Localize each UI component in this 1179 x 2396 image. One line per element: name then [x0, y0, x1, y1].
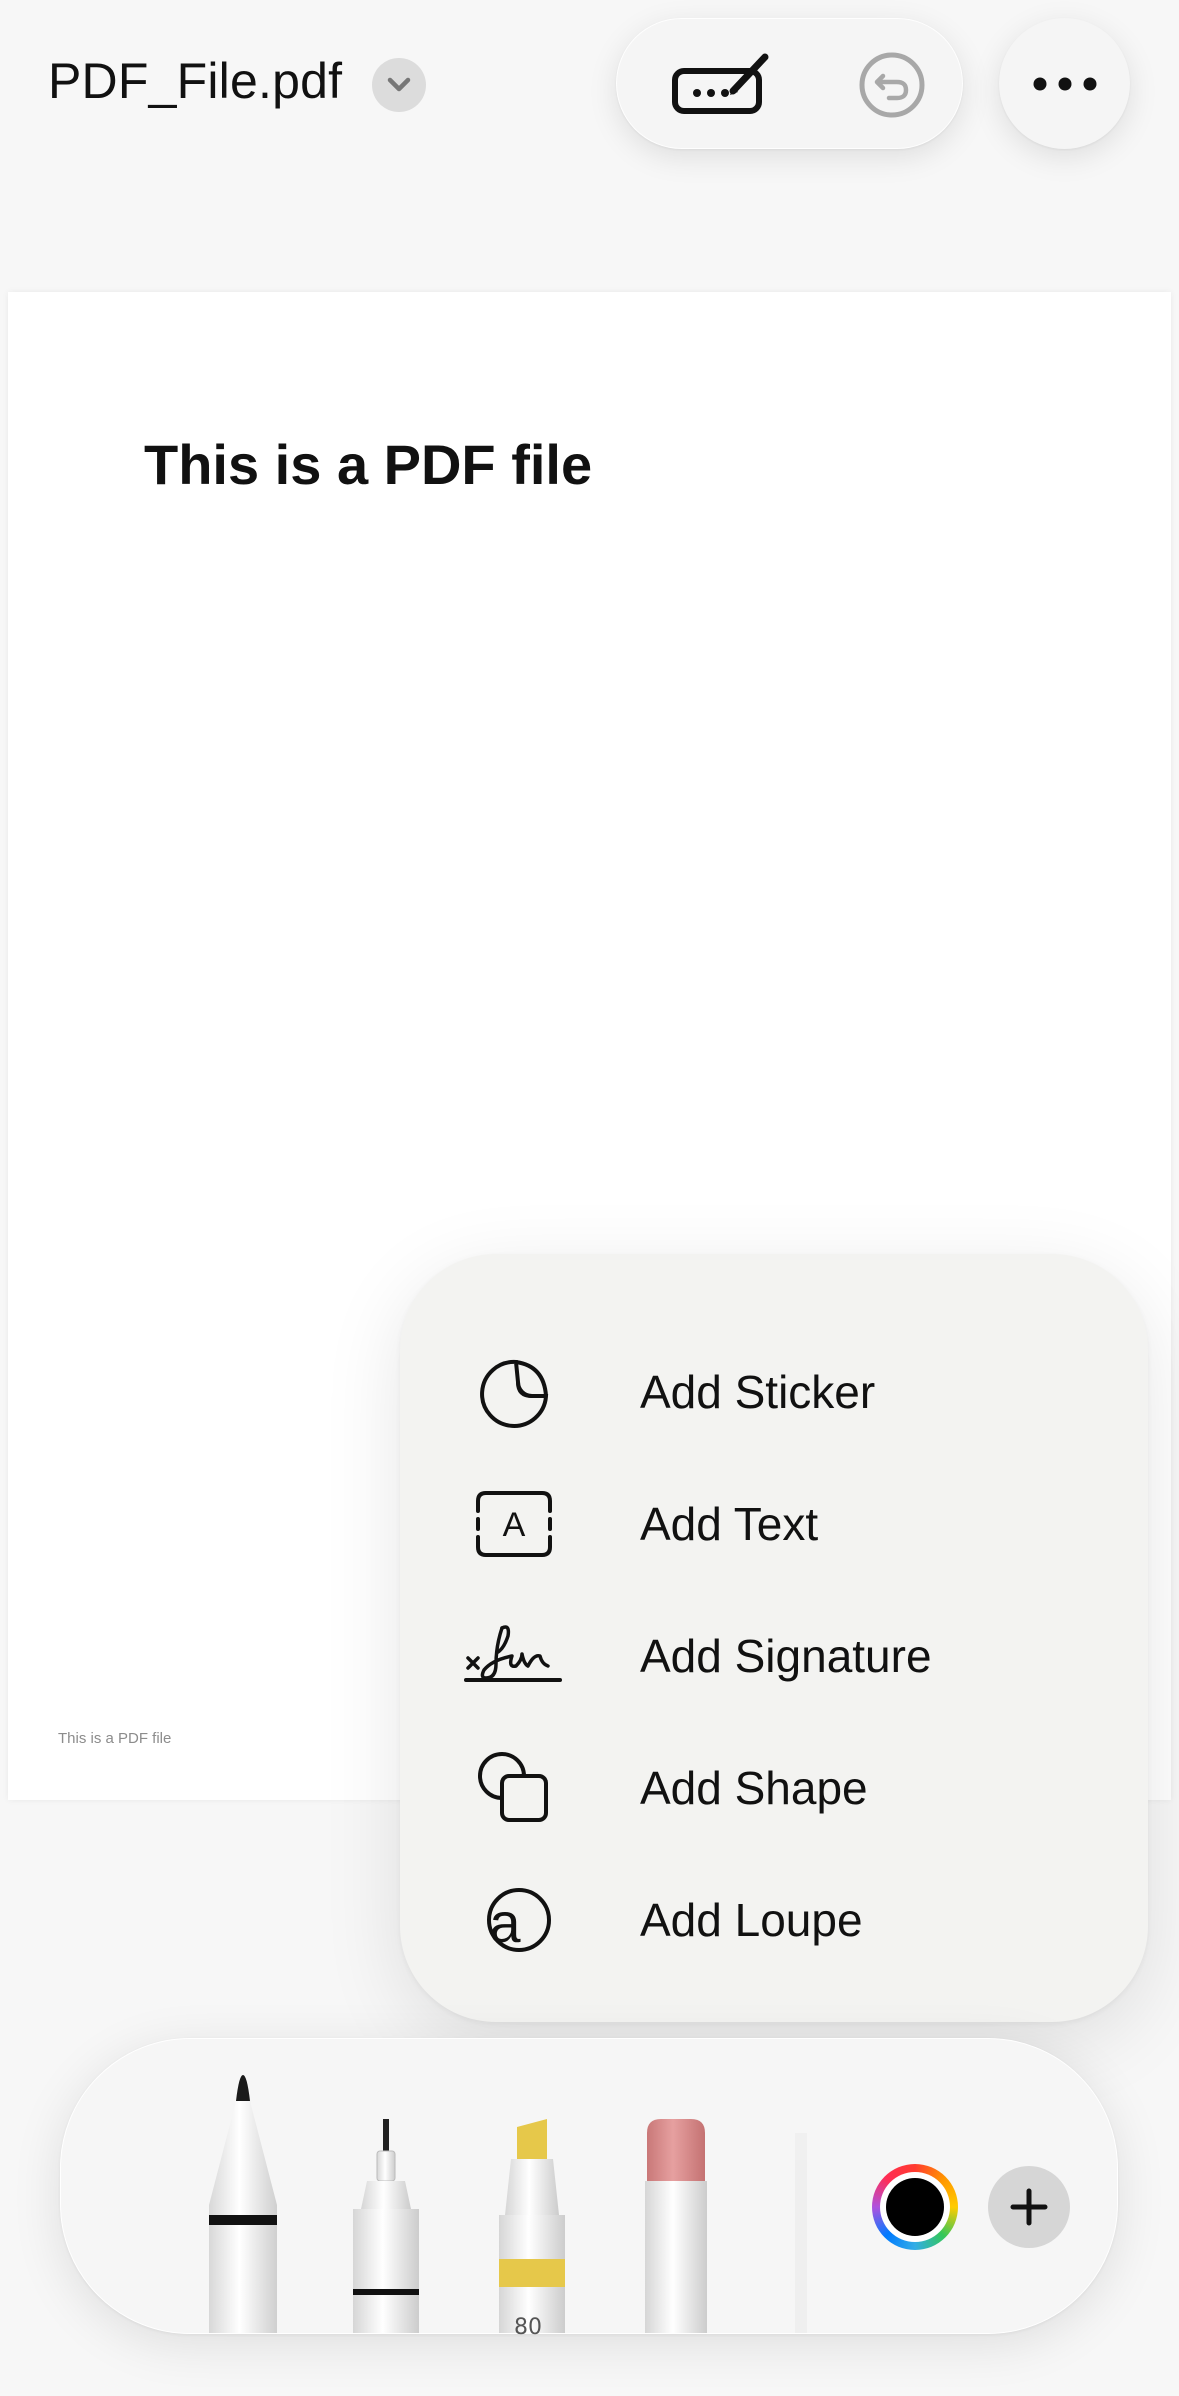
pdf-heading: This is a PDF file — [144, 433, 593, 496]
pdf-footer-text: This is a PDF file — [58, 1730, 172, 1747]
menu-item-label: Add Text — [640, 1498, 819, 1550]
fineliner-icon — [353, 2119, 419, 2333]
more-icon — [1033, 77, 1096, 90]
color-well-ring — [880, 2172, 950, 2242]
menu-item-add-loupe[interactable]: a Add Loupe — [400, 1854, 1148, 1986]
menu-item-label: Add Shape — [640, 1762, 868, 1814]
sticker-icon — [462, 1342, 566, 1442]
screen: PDF_File.pdf This is a PDF file This is … — [0, 0, 1179, 2396]
menu-item-add-text[interactable]: A Add Text — [400, 1458, 1148, 1590]
fineliner-tool[interactable] — [353, 2119, 419, 2333]
title-menu-button[interactable] — [372, 58, 426, 112]
highlighter-icon — [499, 2119, 565, 2333]
file-title[interactable]: PDF_File.pdf — [48, 52, 342, 110]
menu-item-label: Add Sticker — [640, 1366, 876, 1418]
svg-text:a: a — [489, 1891, 521, 1954]
menu-item-add-sticker[interactable]: Add Sticker — [400, 1326, 1148, 1458]
signature-icon — [462, 1606, 566, 1706]
markup-button[interactable] — [647, 19, 797, 150]
undo-icon — [859, 52, 925, 117]
highlighter-tool[interactable] — [497, 2119, 567, 2333]
eraser-tool[interactable] — [641, 2119, 711, 2333]
more-options-button[interactable] — [999, 18, 1130, 149]
add-button[interactable] — [988, 2166, 1070, 2248]
loupe-icon: a — [462, 1870, 566, 1970]
color-picker-button[interactable] — [872, 2164, 958, 2250]
eraser-icon — [645, 2119, 707, 2333]
menu-item-label: Add Signature — [640, 1630, 932, 1682]
ruler-icon — [795, 2133, 807, 2333]
ruler-tool[interactable] — [781, 2133, 821, 2333]
undo-button[interactable] — [837, 19, 947, 150]
menu-item-add-shape[interactable]: Add Shape — [400, 1722, 1148, 1854]
chevron-down-icon — [387, 77, 411, 92]
add-annotation-menu: Add Sticker A Add Text Add Signature Add… — [400, 1254, 1148, 2022]
markup-toolbar-pill — [616, 18, 963, 149]
text-box-icon: A — [462, 1474, 566, 1574]
selected-color-swatch — [886, 2178, 944, 2236]
plus-icon — [1010, 2188, 1048, 2226]
svg-text:A: A — [503, 1506, 526, 1544]
markup-pen-icon — [672, 53, 769, 114]
pen-tool[interactable] — [207, 2075, 279, 2333]
menu-item-label: Add Loupe — [640, 1894, 863, 1946]
shape-icon — [462, 1738, 566, 1838]
tool-palette — [60, 2038, 1118, 2334]
highlighter-width-label: 80 — [514, 2315, 542, 2340]
menu-item-add-signature[interactable]: Add Signature — [400, 1590, 1148, 1722]
pen-icon — [209, 2075, 277, 2333]
